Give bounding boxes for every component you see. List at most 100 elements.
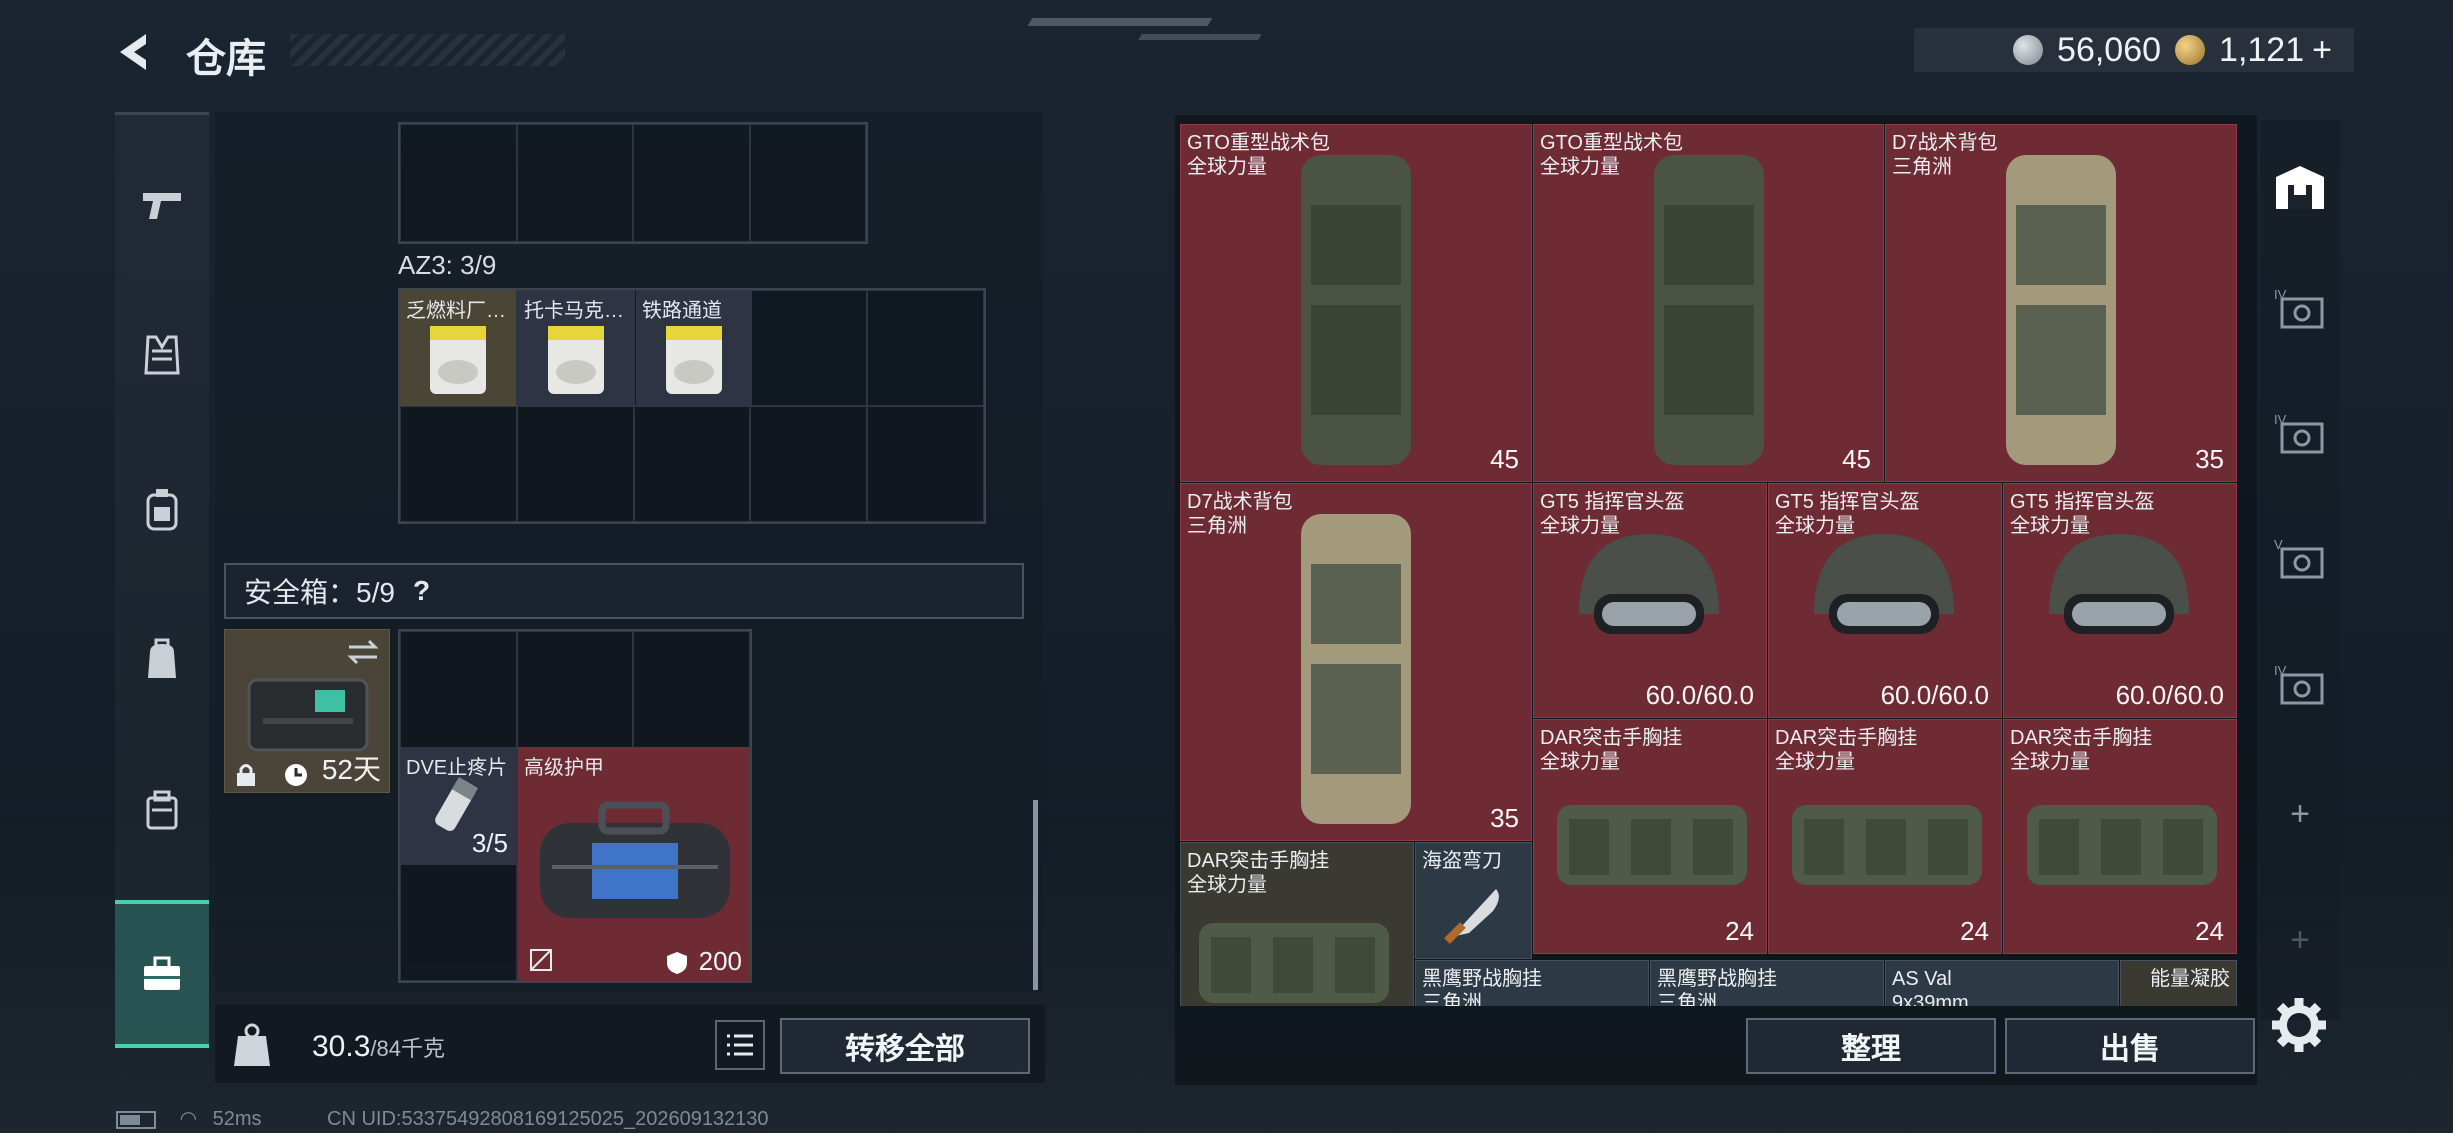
add-stash-tab-button[interactable]: + — [2262, 776, 2338, 852]
safe-box-duration: 52天 — [321, 754, 381, 785]
sell-button[interactable]: 出售 — [2005, 1018, 2255, 1074]
helmet-icon — [2049, 534, 2189, 634]
nav-backpacks[interactable] — [115, 605, 209, 715]
stash-tab-4[interactable]: IV — [2262, 272, 2338, 348]
item-name: DAR突击手胸挂 全球力量 — [1187, 850, 1330, 896]
stash-tab-icon: IV — [2274, 287, 2324, 329]
item-capacity: 45 — [1842, 444, 1871, 474]
item-name: 铁路通道 — [642, 300, 722, 322]
backpack-item-icon — [1654, 155, 1764, 465]
wifi-icon: ◠ — [179, 1108, 198, 1130]
stash-tab-icon: IV — [2274, 663, 2324, 705]
gold-coin-icon — [2175, 35, 2206, 65]
inventory-item[interactable]: DAR突击手胸挂 全球力量 24 — [1533, 719, 1767, 954]
list-view-button[interactable] — [715, 1020, 765, 1070]
helmet-icon — [1579, 534, 1719, 634]
stash-tab-main[interactable] — [2262, 150, 2338, 226]
knife-icon — [1444, 889, 1499, 944]
title-stripe — [290, 34, 565, 66]
battery-icon — [116, 1110, 156, 1129]
item-durability: 60.0/60.0 — [1645, 680, 1754, 710]
inventory-item[interactable]: GT5 指挥官头盔 全球力量 60.0/60.0 — [2003, 483, 2237, 718]
svg-text:IV: IV — [2274, 663, 2287, 678]
inventory-item[interactable]: DAR突击手胸挂 全球力量 — [1180, 842, 1414, 1006]
inventory-item[interactable]: 高级护甲 200 — [518, 747, 750, 981]
inventory-item[interactable]: GT5 指挥官头盔 全球力量 60.0/60.0 — [1533, 483, 1767, 718]
nav-armor[interactable] — [115, 300, 209, 410]
page-title: 仓库 — [186, 37, 266, 81]
keycard-icon — [548, 326, 604, 394]
add-currency-button[interactable]: + — [2312, 31, 2332, 70]
weight-icon — [234, 1023, 270, 1066]
stash-tab-icon: V — [2274, 537, 2324, 579]
safe-box-header: 安全箱：5/9 ? — [224, 563, 1024, 619]
silver-coin-icon — [2013, 35, 2044, 65]
svg-text:IV: IV — [2274, 287, 2287, 302]
stash-tab-icon: IV — [2274, 412, 2324, 454]
help-button[interactable]: ? — [413, 575, 430, 607]
inventory-item[interactable]: D7战术背包 三角洲 35 — [1885, 124, 2237, 482]
nav-cases[interactable] — [115, 755, 209, 865]
add-stash-tab-button[interactable]: + — [2262, 902, 2338, 978]
status-bar: ◠ 52ms CN UID:533754928081691250​25_2026… — [116, 1106, 769, 1131]
item-capacity: 45 — [1490, 444, 1519, 474]
inventory-item[interactable]: DAR突击手胸挂 全球力量 24 — [1768, 719, 2002, 954]
gear-icon[interactable] — [2264, 990, 2334, 1060]
gold-amount: 1,121 — [2219, 30, 2305, 69]
container-grid-top — [398, 122, 868, 244]
organize-button[interactable]: 整理 — [1746, 1018, 1996, 1074]
back-arrow-icon[interactable] — [112, 28, 160, 76]
nav-safe-items[interactable] — [115, 900, 209, 1048]
item-capacity: 35 — [2195, 444, 2224, 474]
stash-tab-4c[interactable]: IV — [2262, 648, 2338, 724]
inventory-item[interactable]: D7战术背包 三角洲 35 — [1180, 483, 1532, 841]
inventory-item[interactable]: DAR突击手胸挂 全球力量 24 — [2003, 719, 2237, 954]
category-nav — [115, 112, 209, 1048]
base-icon — [2276, 166, 2324, 209]
inventory-item[interactable]: GTO重型战术包 全球力量 45 — [1180, 124, 1532, 482]
inventory-item[interactable]: 黑鹰野战胸挂 三角洲 — [1650, 960, 1884, 1006]
inventory-item[interactable]: 能量凝胶 — [2120, 960, 2237, 1006]
inventory-item[interactable]: DVE止疼片 3/5 — [400, 747, 516, 863]
safe-box-label: 安全箱：5/9 — [244, 577, 395, 608]
inventory-item[interactable]: 托卡马克… — [518, 290, 634, 406]
item-name: DAR突击手胸挂 全球力量 — [2010, 727, 2153, 773]
stash-tab-5[interactable]: V — [2262, 522, 2338, 598]
az3-label: AZ3: 3/9 — [398, 250, 497, 280]
inventory-item[interactable]: AS Val 9x39mm — [1885, 960, 2119, 1006]
inventory-item[interactable]: 铁路通道 — [636, 290, 752, 406]
item-name: 乏燃料厂… — [406, 300, 506, 322]
transfer-all-button[interactable]: 转移全部 — [780, 1018, 1030, 1074]
inventory-item[interactable]: GT5 指挥官头盔 全球力量 60.0/60.0 — [1768, 483, 2002, 718]
weight-current: 30.3 — [312, 1030, 371, 1063]
safe-box-case[interactable]: 52天 — [224, 629, 390, 793]
stash-tab-4b[interactable]: IV — [2262, 397, 2338, 473]
bg-light — [1027, 18, 1213, 26]
item-name: 黑鹰野战胸挂 三角洲 — [1422, 968, 1542, 1006]
currency-bar: 56,060 1,121 + — [1914, 28, 2354, 72]
clock-icon — [285, 764, 307, 786]
armor-bag-icon — [540, 801, 730, 918]
inventory-item[interactable]: 黑鹰野战胸挂 三角洲 — [1415, 960, 1649, 1006]
item-durability: 200 — [698, 946, 742, 976]
shield-icon — [667, 952, 687, 974]
item-count: 3/5 — [471, 828, 508, 858]
item-name: D7战术背包 三角洲 — [1187, 491, 1293, 537]
item-name: AS Val 9x39mm — [1892, 968, 1969, 1006]
chest-rig-icon — [1792, 805, 1982, 885]
inventory-item[interactable]: 乏燃料厂… — [400, 290, 516, 406]
inventory-item[interactable]: GTO重型战术包 全球力量 45 — [1533, 124, 1884, 482]
backpack-item-icon — [1301, 514, 1411, 824]
scrollbar[interactable] — [1033, 800, 1038, 990]
helmet-icon — [1814, 534, 1954, 634]
nav-rigs[interactable] — [115, 455, 209, 565]
chest-rig-icon — [2027, 805, 2217, 885]
item-name: 托卡马克… — [524, 300, 624, 322]
nav-weapons[interactable] — [115, 150, 209, 260]
backpack-item-icon — [2006, 155, 2116, 465]
rig-icon — [146, 489, 178, 531]
item-name: 黑鹰野战胸挂 三角洲 — [1657, 968, 1777, 1006]
inventory-item[interactable]: 海盗弯刀 — [1415, 842, 1532, 959]
backpack-item-icon — [1301, 155, 1411, 465]
bg-light — [1138, 34, 1262, 40]
